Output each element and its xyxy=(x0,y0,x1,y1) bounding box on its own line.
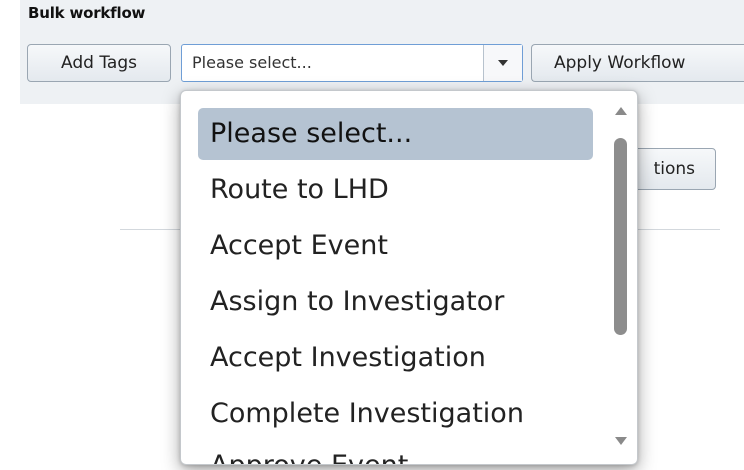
dropdown-option-assign-to-investigator[interactable]: Assign to Investigator xyxy=(198,276,593,328)
dropdown-option-accept-event[interactable]: Accept Event xyxy=(198,220,593,272)
apply-workflow-button[interactable]: Apply Workflow xyxy=(531,44,744,82)
scroll-up-arrow-icon[interactable] xyxy=(615,107,627,115)
dropdown-option-please-select[interactable]: Please select... xyxy=(198,108,593,160)
workflow-select[interactable]: Please select... xyxy=(181,44,523,82)
add-tags-button[interactable]: Add Tags xyxy=(27,44,171,82)
chevron-down-icon[interactable] xyxy=(483,45,522,81)
scroll-thumb[interactable] xyxy=(614,138,627,335)
dropdown-option-approve-event[interactable]: Approve Event xyxy=(198,440,593,464)
workflow-select-value: Please select... xyxy=(192,53,312,72)
workflow-dropdown-list: Please select... Route to LHD Accept Eve… xyxy=(180,90,638,465)
bulk-workflow-title: Bulk workflow xyxy=(28,4,146,22)
dropdown-option-route-to-lhd[interactable]: Route to LHD xyxy=(198,164,593,216)
scroll-down-arrow-icon[interactable] xyxy=(615,437,627,445)
dropdown-option-accept-investigation[interactable]: Accept Investigation xyxy=(198,332,593,384)
dropdown-option-complete-investigation[interactable]: Complete Investigation xyxy=(198,388,593,440)
dropdown-scrollbar[interactable] xyxy=(611,101,631,451)
